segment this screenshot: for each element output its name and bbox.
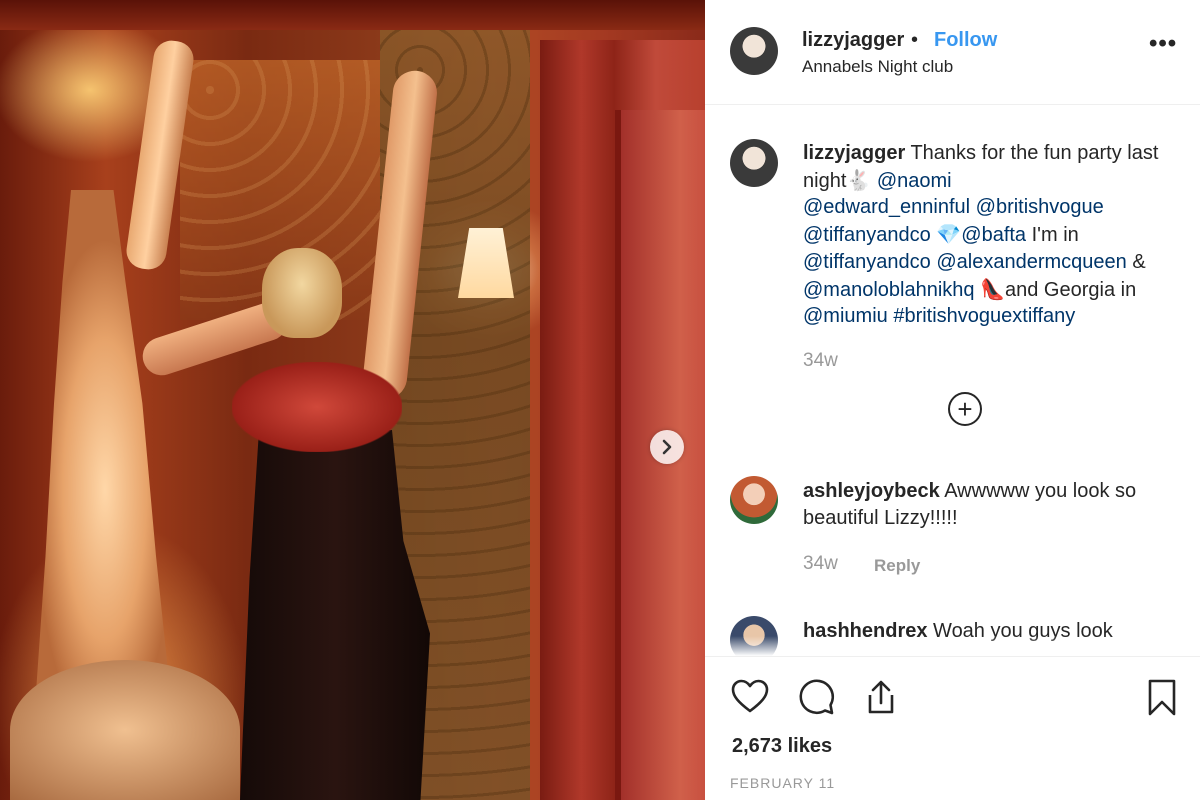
- mention-edward-enninful[interactable]: @edward_enninful: [803, 196, 970, 218]
- comment-username[interactable]: ashleyjoybeck: [803, 480, 940, 502]
- post-sidebar: lizzyjagger • Follow Annabels Night club…: [705, 0, 1200, 800]
- caption-avatar[interactable]: [730, 139, 778, 187]
- caption-age[interactable]: 34w: [803, 350, 838, 372]
- mention-alexandermcqueen[interactable]: @alexandermcqueen: [936, 251, 1126, 273]
- post-author-username[interactable]: lizzyjagger: [802, 29, 904, 52]
- plus-circle-icon: +: [957, 394, 973, 424]
- mention-britishvogue[interactable]: @britishvogue: [976, 196, 1104, 218]
- photo-statue-base: [10, 660, 240, 800]
- post-location[interactable]: Annabels Night club: [802, 57, 953, 77]
- mention-tiffanyandco-2[interactable]: @tiffanyandco: [803, 251, 931, 273]
- caption-username[interactable]: lizzyjagger: [803, 142, 905, 164]
- post-caption: lizzyjagger Thanks for the fun party las…: [803, 140, 1173, 330]
- share-icon[interactable]: [861, 677, 901, 717]
- comment-icon[interactable]: [797, 677, 837, 717]
- rabbit-emoji: 🐇: [846, 167, 872, 192]
- mention-tiffanyandco[interactable]: @tiffanyandco: [803, 224, 931, 246]
- post-photo[interactable]: [0, 0, 705, 800]
- heart-icon[interactable]: [730, 677, 770, 717]
- load-more-comments-button[interactable]: +: [948, 392, 982, 426]
- mention-naomi[interactable]: @naomi: [877, 170, 952, 192]
- reply-button[interactable]: Reply: [874, 556, 920, 576]
- post-actions: 2,673 likes FEBRUARY 11: [705, 656, 1200, 800]
- caption-text-2: I'm in: [1031, 224, 1079, 247]
- caption-text-3: and Georgia in: [1005, 278, 1137, 301]
- caption-ampersand: &: [1132, 250, 1146, 273]
- header-separator: •: [911, 29, 919, 51]
- chevron-right-icon: [662, 439, 672, 455]
- comment-avatar-ashleyjoybeck[interactable]: [730, 476, 778, 524]
- photo-woman-head: [262, 248, 342, 338]
- hashtag-britishvoguextiffany[interactable]: #britishvoguextiffany: [893, 305, 1075, 327]
- comments-scroll-area[interactable]: lizzyjagger Thanks for the fun party las…: [705, 106, 1200, 656]
- gem-emoji: 💎: [936, 222, 962, 247]
- carousel-next-button[interactable]: [650, 430, 684, 464]
- more-options-button[interactable]: •••: [1149, 30, 1177, 58]
- likes-count[interactable]: 2,673 likes: [732, 735, 832, 758]
- bookmark-icon[interactable]: [1142, 677, 1182, 717]
- more-icon: •••: [1149, 30, 1178, 57]
- photo-ceiling: [0, 0, 705, 30]
- mention-manoloblahnikhq[interactable]: @manoloblahnikhq: [803, 279, 975, 301]
- mention-bafta[interactable]: @bafta: [961, 224, 1026, 246]
- photo-feather-boa: [232, 362, 402, 452]
- scroll-fade: [705, 636, 1200, 656]
- post-header: lizzyjagger • Follow Annabels Night club…: [705, 0, 1200, 105]
- heel-emoji: 👠: [980, 276, 1005, 301]
- follow-button[interactable]: Follow: [934, 29, 997, 52]
- avatar[interactable]: [730, 27, 778, 75]
- post-date[interactable]: FEBRUARY 11: [730, 775, 835, 791]
- comment-ashleyjoybeck: ashleyjoybeck Awwwww you look so beautif…: [803, 478, 1173, 531]
- mention-miumiu[interactable]: @miumiu: [803, 305, 888, 327]
- comment-age[interactable]: 34w: [803, 553, 838, 575]
